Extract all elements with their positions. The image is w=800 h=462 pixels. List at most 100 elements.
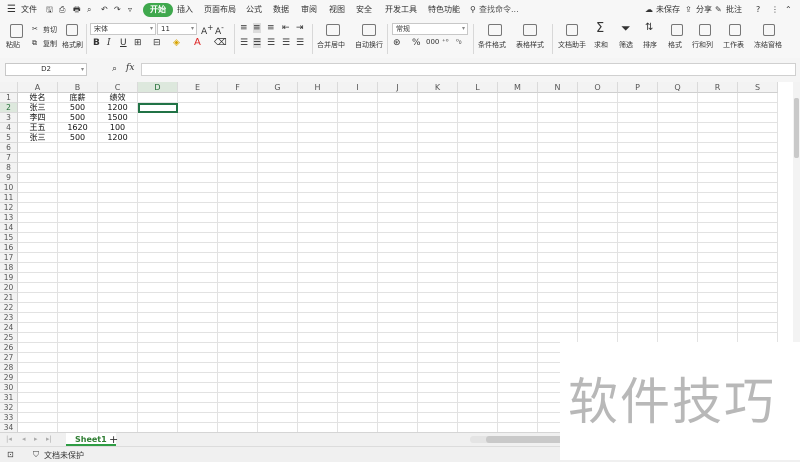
cell-J27[interactable] [378, 353, 418, 363]
cell-B16[interactable] [58, 243, 98, 253]
row-header-14[interactable]: 14 [0, 223, 18, 233]
row-header-18[interactable]: 18 [0, 263, 18, 273]
cell-K6[interactable] [418, 143, 458, 153]
cell-F12[interactable] [218, 203, 258, 213]
cell-A21[interactable] [18, 293, 58, 303]
cell-J25[interactable] [378, 333, 418, 343]
cell-O13[interactable] [578, 213, 618, 223]
cell-Q11[interactable] [658, 193, 698, 203]
cell-B9[interactable] [58, 173, 98, 183]
cell-K34[interactable] [418, 423, 458, 432]
cell-D27[interactable] [138, 353, 178, 363]
cell-I33[interactable] [338, 413, 378, 423]
cell-G13[interactable] [258, 213, 298, 223]
cell-I32[interactable] [338, 403, 378, 413]
cell-Q13[interactable] [658, 213, 698, 223]
cell-G23[interactable] [258, 313, 298, 323]
row-header-20[interactable]: 20 [0, 283, 18, 293]
cell-L14[interactable] [458, 223, 498, 233]
cell-O21[interactable] [578, 293, 618, 303]
conditional-format-button[interactable]: 条件格式 [478, 40, 506, 50]
cell-H9[interactable] [298, 173, 338, 183]
cell-L28[interactable] [458, 363, 498, 373]
cell-L21[interactable] [458, 293, 498, 303]
cell-F11[interactable] [218, 193, 258, 203]
cell-K12[interactable] [418, 203, 458, 213]
conditional-format-icon[interactable] [488, 24, 502, 36]
cell-K16[interactable] [418, 243, 458, 253]
cell-J14[interactable] [378, 223, 418, 233]
cell-A27[interactable] [18, 353, 58, 363]
cell-L30[interactable] [458, 383, 498, 393]
cell-K31[interactable] [418, 393, 458, 403]
row-header-16[interactable]: 16 [0, 243, 18, 253]
cell-J22[interactable] [378, 303, 418, 313]
cell-R14[interactable] [698, 223, 738, 233]
row-header-6[interactable]: 6 [0, 143, 18, 153]
cell-F14[interactable] [218, 223, 258, 233]
first-sheet-icon[interactable]: |◂ [6, 435, 12, 443]
cell-L18[interactable] [458, 263, 498, 273]
format-painter-icon[interactable] [66, 24, 78, 36]
justify-icon[interactable]: ☰ [282, 38, 290, 48]
cell-D10[interactable] [138, 183, 178, 193]
cell-N17[interactable] [538, 253, 578, 263]
cell-D33[interactable] [138, 413, 178, 423]
cell-Q18[interactable] [658, 263, 698, 273]
cell-K21[interactable] [418, 293, 458, 303]
cell-D18[interactable] [138, 263, 178, 273]
cell-P15[interactable] [618, 233, 658, 243]
cell-E13[interactable] [178, 213, 218, 223]
cell-P23[interactable] [618, 313, 658, 323]
cell-L34[interactable] [458, 423, 498, 432]
cell-A16[interactable] [18, 243, 58, 253]
cell-A22[interactable] [18, 303, 58, 313]
cell-G11[interactable] [258, 193, 298, 203]
cell-L20[interactable] [458, 283, 498, 293]
cell-I7[interactable] [338, 153, 378, 163]
table-style-icon[interactable] [523, 24, 537, 36]
cell-I11[interactable] [338, 193, 378, 203]
copy-button[interactable]: 复制 [43, 39, 57, 49]
cell-Q17[interactable] [658, 253, 698, 263]
row-header-12[interactable]: 12 [0, 203, 18, 213]
cell-G19[interactable] [258, 273, 298, 283]
cell-M10[interactable] [498, 183, 538, 193]
cell-E10[interactable] [178, 183, 218, 193]
cell-I15[interactable] [338, 233, 378, 243]
cell-J31[interactable] [378, 393, 418, 403]
cell-C14[interactable] [98, 223, 138, 233]
cell-C18[interactable] [98, 263, 138, 273]
cell-O16[interactable] [578, 243, 618, 253]
cell-S10[interactable] [738, 183, 778, 193]
cell-B15[interactable] [58, 233, 98, 243]
cell-O11[interactable] [578, 193, 618, 203]
cell-J5[interactable] [378, 133, 418, 143]
hamburger-icon[interactable]: ☰ [7, 3, 16, 17]
cell-H16[interactable] [298, 243, 338, 253]
cell-B8[interactable] [58, 163, 98, 173]
cell-K19[interactable] [418, 273, 458, 283]
cell-C29[interactable] [98, 373, 138, 383]
cell-R16[interactable] [698, 243, 738, 253]
row-header-21[interactable]: 21 [0, 293, 18, 303]
cell-P8[interactable] [618, 163, 658, 173]
filter-button[interactable]: 筛选 [619, 40, 633, 50]
cell-M4[interactable] [498, 123, 538, 133]
cell-I24[interactable] [338, 323, 378, 333]
cell-A25[interactable] [18, 333, 58, 343]
cell-S6[interactable] [738, 143, 778, 153]
cell-N4[interactable] [538, 123, 578, 133]
cell-A8[interactable] [18, 163, 58, 173]
menu-file[interactable]: 文件 [21, 3, 37, 17]
cell-C32[interactable] [98, 403, 138, 413]
cell-K23[interactable] [418, 313, 458, 323]
cell-I20[interactable] [338, 283, 378, 293]
percent-icon[interactable]: % [412, 38, 421, 48]
cell-I2[interactable] [338, 103, 378, 113]
cell-R12[interactable] [698, 203, 738, 213]
cell-A30[interactable] [18, 383, 58, 393]
cell-S21[interactable] [738, 293, 778, 303]
cell-H4[interactable] [298, 123, 338, 133]
cell-P7[interactable] [618, 153, 658, 163]
